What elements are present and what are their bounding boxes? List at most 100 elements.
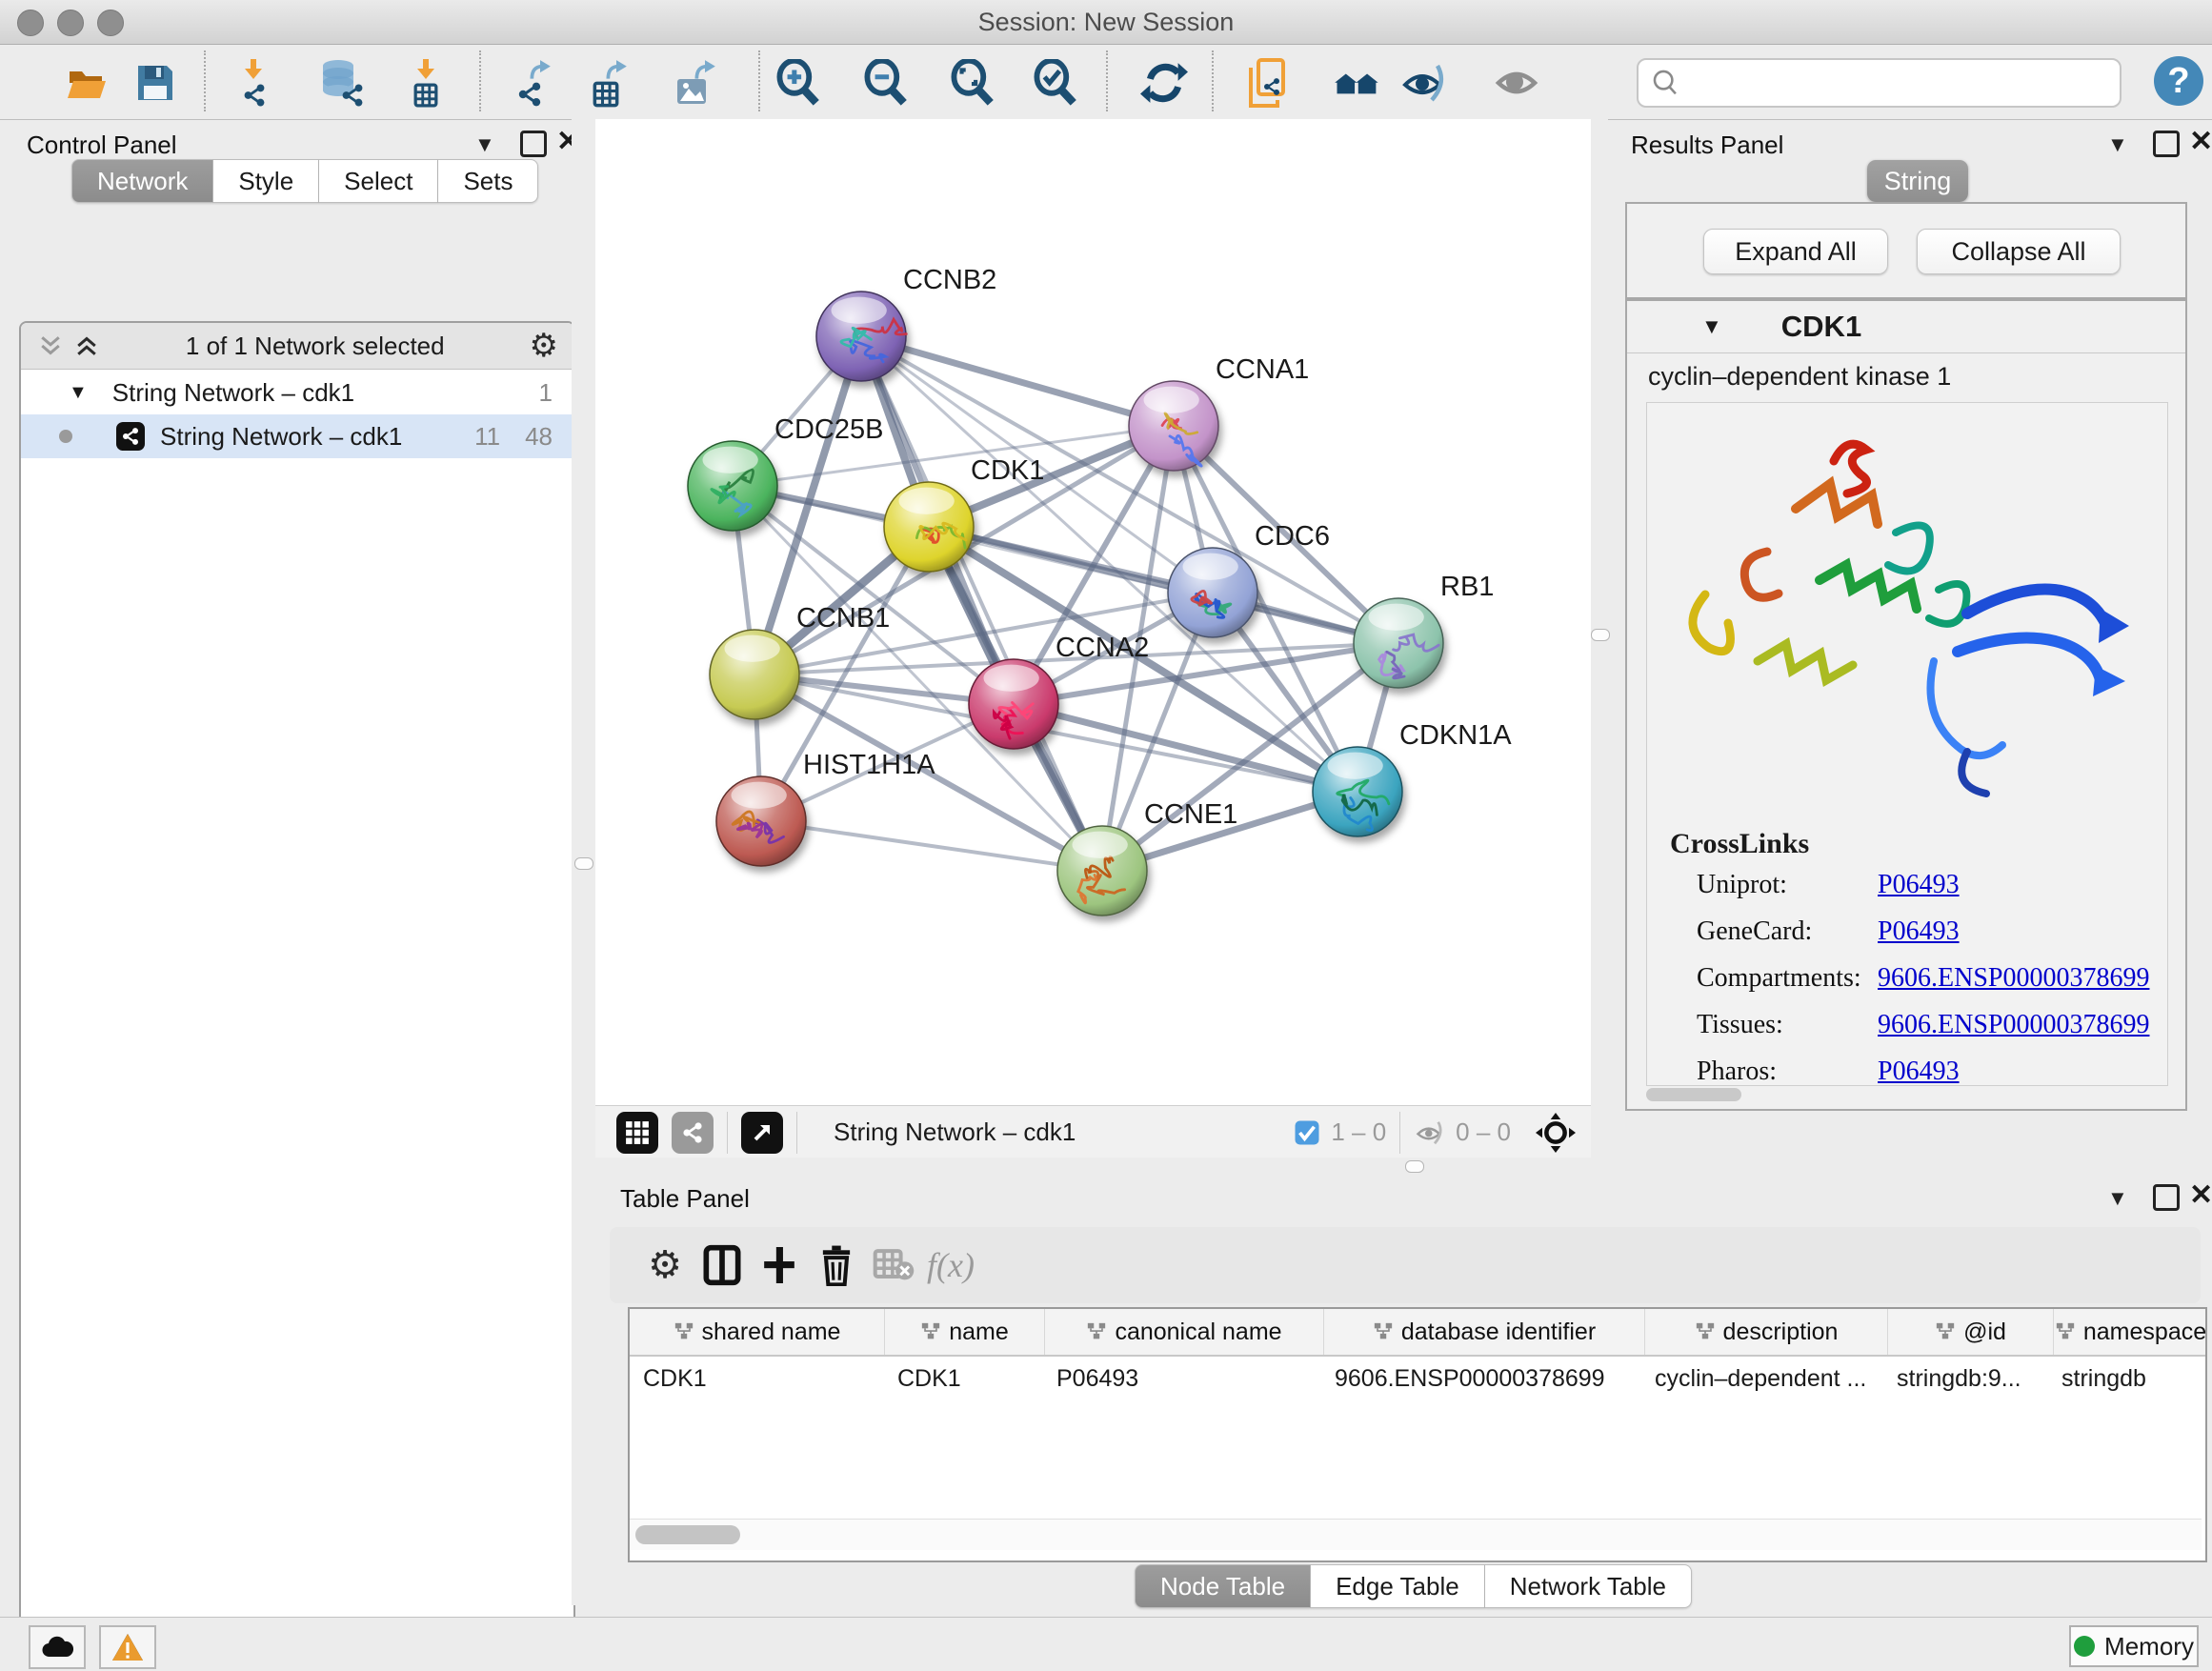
right-splitter[interactable] — [1591, 119, 1608, 1158]
gene-expander-icon[interactable]: ▼ — [1701, 314, 1722, 339]
tab-sets[interactable]: Sets — [438, 159, 538, 203]
expand-all-button[interactable]: Expand All — [1703, 229, 1888, 274]
node-RB1[interactable]: RB1 — [1354, 572, 1494, 688]
open-session-button[interactable] — [62, 58, 111, 108]
collapse-panel-icon[interactable]: ▼ — [474, 132, 495, 157]
show-columns-icon[interactable] — [694, 1237, 751, 1294]
table-cell: cyclin–dependent ... — [1641, 1357, 1883, 1400]
collapse-panel-icon[interactable]: ▼ — [2107, 1186, 2128, 1211]
float-panel-icon[interactable] — [520, 131, 547, 157]
bottom-splitter[interactable] — [595, 1158, 2212, 1175]
birds-eye-view-button[interactable] — [616, 1112, 658, 1154]
float-panel-icon[interactable] — [2153, 1184, 2180, 1211]
network-icon — [116, 422, 145, 451]
tab-select[interactable]: Select — [319, 159, 438, 203]
warning-status-button[interactable] — [99, 1625, 156, 1669]
results-hscrollbar[interactable] — [1646, 1088, 1741, 1101]
search-box[interactable] — [1637, 58, 2122, 108]
copy-network-button[interactable] — [1245, 58, 1295, 108]
toolbar-separator — [758, 50, 760, 111]
pan-crosshair-icon[interactable] — [1536, 1113, 1576, 1153]
column-header-description[interactable]: description — [1645, 1309, 1888, 1355]
expand-all-icon[interactable] — [72, 332, 101, 360]
table-row[interactable]: CDK1CDK1P064939606.ENSP00000378699cyclin… — [630, 1357, 2205, 1400]
import-network-from-database-button[interactable] — [317, 58, 367, 108]
network-row-selected[interactable]: String Network – cdk1 11 48 — [21, 414, 573, 458]
float-panel-icon[interactable] — [2153, 131, 2180, 157]
column-header--id[interactable]: @id — [1888, 1309, 2054, 1355]
close-panel-icon[interactable]: ✕ — [2189, 125, 2212, 158]
zoom-out-button[interactable] — [861, 58, 911, 108]
copy-documents-icon — [1245, 56, 1295, 110]
collapse-all-button[interactable]: Collapse All — [1917, 229, 2121, 274]
export-image-button[interactable] — [673, 58, 722, 108]
export-network-button[interactable] — [510, 58, 559, 108]
column-header-namespace[interactable]: namespace — [2054, 1309, 2207, 1355]
tab-node-table[interactable]: Node Table — [1135, 1564, 1311, 1608]
crosslink-row: Uniprot:P06493 — [1697, 870, 2167, 900]
import-table-button[interactable] — [401, 58, 451, 108]
memory-label: Memory — [2104, 1632, 2194, 1661]
import-network-button[interactable] — [229, 58, 278, 108]
collapse-all-icon[interactable] — [36, 332, 65, 360]
selected-checkbox-icon[interactable] — [1293, 1118, 1321, 1147]
table-hscrollbar[interactable] — [630, 1519, 2202, 1550]
zoom-fit-button[interactable] — [948, 58, 997, 108]
delete-column-trash-icon[interactable] — [808, 1237, 865, 1294]
toggle-visibility-button[interactable] — [1399, 58, 1449, 108]
gene-description: cyclin–dependent kinase 1 — [1648, 362, 1951, 392]
toolbar-separator — [1212, 50, 1214, 111]
table-panel-title: Table Panel — [620, 1184, 750, 1214]
crosslink-value[interactable]: P06493 — [1878, 916, 1960, 947]
refresh-button[interactable] — [1139, 58, 1189, 108]
network-canvas[interactable]: CCNB2 CCNA1 CDC25B CDK1 CDC6 RB1 — [595, 119, 1591, 1105]
gear-icon[interactable]: ⚙ — [530, 327, 558, 365]
eye-disabled-icon — [1493, 58, 1542, 108]
node-HIST1H1A[interactable]: HIST1H1A — [716, 750, 935, 866]
search-input[interactable] — [1688, 68, 2120, 99]
tab-network-table[interactable]: Network Table — [1485, 1564, 1692, 1608]
tab-string[interactable]: String — [1867, 160, 1968, 202]
save-session-button[interactable] — [131, 58, 180, 108]
tab-edge-table[interactable]: Edge Table — [1311, 1564, 1485, 1608]
warning-icon — [111, 1632, 144, 1662]
crosslink-value[interactable]: P06493 — [1878, 1057, 1960, 1086]
toolbar-separator — [1106, 50, 1108, 111]
table-settings-gear-icon[interactable]: ⚙ — [636, 1237, 694, 1294]
show-all-networks-button[interactable] — [1331, 58, 1380, 108]
column-header-shared-name[interactable]: shared name — [630, 1309, 885, 1355]
export-table-button[interactable] — [586, 58, 635, 108]
node-label-CDKN1A: CDKN1A — [1399, 720, 1512, 751]
open-in-new-window-button[interactable] — [741, 1112, 783, 1154]
left-splitter[interactable] — [572, 119, 595, 1605]
help-button[interactable]: ? — [2154, 56, 2203, 106]
node-CCNA1[interactable]: CCNA1 — [1129, 354, 1309, 471]
column-header-name[interactable]: name — [885, 1309, 1045, 1355]
current-network-dot — [59, 430, 72, 443]
column-header-canonical-name[interactable]: canonical name — [1045, 1309, 1324, 1355]
zoom-selected-button[interactable] — [1031, 58, 1080, 108]
network-collection-row[interactable]: ▼ String Network – cdk1 1 — [21, 371, 573, 414]
collapse-panel-icon[interactable]: ▼ — [2107, 132, 2128, 157]
add-column-icon[interactable] — [751, 1237, 808, 1294]
memory-button[interactable]: Memory — [2069, 1625, 2199, 1667]
table-cell: stringdb:9... — [1883, 1357, 2048, 1400]
crosslink-row: Tissues:9606.ENSP00000378699 — [1697, 1010, 2167, 1040]
close-panel-icon[interactable]: ✕ — [2189, 1178, 2212, 1212]
node-CDKN1A[interactable]: CDKN1A — [1313, 720, 1512, 836]
column-header-database-identifier[interactable]: database identifier — [1324, 1309, 1645, 1355]
crosslink-value[interactable]: 9606.ENSP00000378699 — [1878, 963, 2149, 994]
image-icon — [674, 58, 721, 108]
tab-style[interactable]: Style — [213, 159, 319, 203]
zoom-in-button[interactable] — [774, 58, 823, 108]
crosslink-label: Tissues: — [1697, 1010, 1878, 1040]
crosslink-value[interactable]: 9606.ENSP00000378699 — [1878, 1010, 2149, 1040]
gene-card: ▼ CDK1 cyclin–dependent kinase 1 — [1625, 299, 2187, 1111]
cloud-status-button[interactable] — [29, 1625, 86, 1669]
tree-expander-icon[interactable]: ▼ — [69, 382, 88, 404]
network-view-title: String Network – cdk1 — [834, 1117, 1076, 1147]
main-toolbar: ? — [0, 45, 2212, 120]
crosslink-value[interactable]: P06493 — [1878, 870, 1960, 900]
tab-network[interactable]: Network — [71, 159, 213, 203]
collection-count: 1 — [539, 378, 553, 408]
